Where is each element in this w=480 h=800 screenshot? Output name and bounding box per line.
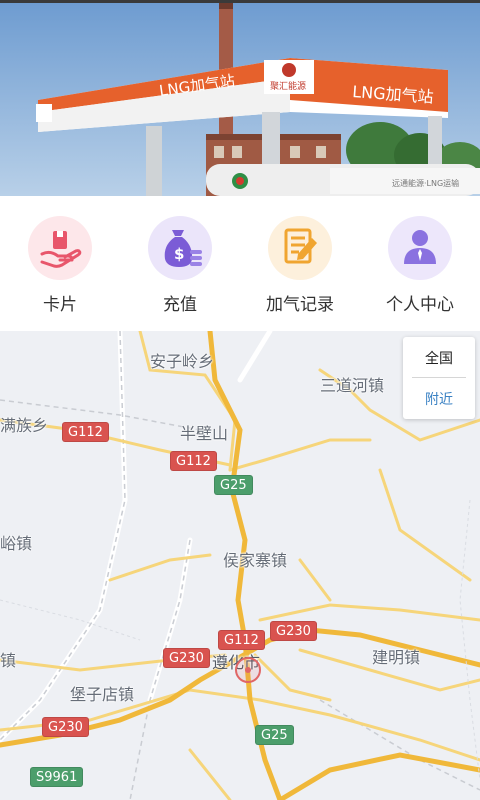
current-location-marker [235, 657, 261, 683]
road-shield: G25 [255, 725, 294, 745]
menu-item-label: 卡片 [43, 295, 77, 315]
place-label: 满族乡 [0, 416, 49, 435]
scope-toggle: 全国 附近 [403, 337, 475, 419]
road-shield: S9961 [30, 767, 84, 787]
place-label: 半壁山 [180, 424, 229, 443]
menu-item-label: 加气记录 [266, 295, 334, 315]
card-hand-icon [28, 216, 92, 280]
svg-text:聚汇能源: 聚汇能源 [270, 80, 306, 92]
menu-item-recharge[interactable]: $ 充值 [120, 212, 240, 322]
divider [412, 377, 466, 378]
scope-option-nearby[interactable]: 附近 [403, 389, 475, 409]
svg-text:$: $ [174, 245, 184, 263]
road-shield: G112 [218, 630, 265, 650]
place-label: 三道河镇 [320, 376, 385, 395]
person-icon [388, 216, 452, 280]
menu-item-card[interactable]: 卡片 [0, 212, 120, 322]
road-shield: G230 [42, 717, 89, 737]
road-shield: G112 [62, 422, 109, 442]
quick-menu: 卡片 $ 充值 加气记录 个人中心 [0, 196, 480, 331]
menu-item-profile[interactable]: 个人中心 [360, 212, 480, 322]
place-label: 堡子店镇 [70, 685, 135, 704]
svg-text:远通能源·LNG运输: 远通能源·LNG运输 [392, 178, 459, 188]
record-pen-icon [268, 216, 332, 280]
road-shield: G25 [214, 475, 253, 495]
road-shield: G112 [170, 451, 217, 471]
money-bag-icon: $ [148, 216, 212, 280]
road-shield: G230 [163, 648, 210, 668]
lng-station-photo: LNG加气站 LNG加气站 聚汇能源 远通能源·LNG运输 [0, 0, 480, 196]
place-label: 峪镇 [0, 534, 33, 553]
menu-item-label: 充值 [163, 295, 197, 315]
road-shield: G230 [270, 621, 317, 641]
place-label: 安子岭乡 [150, 352, 215, 371]
station-banner[interactable]: LNG加气站 LNG加气站 聚汇能源 远通能源·LNG运输 [0, 0, 480, 196]
scope-option-nationwide[interactable]: 全国 [403, 348, 475, 368]
place-label: 镇 [0, 651, 17, 670]
menu-item-fuel-records[interactable]: 加气记录 [240, 212, 360, 322]
place-label: 侯家寨镇 [223, 551, 288, 570]
menu-item-label: 个人中心 [386, 295, 454, 315]
place-label: 建明镇 [372, 648, 421, 667]
